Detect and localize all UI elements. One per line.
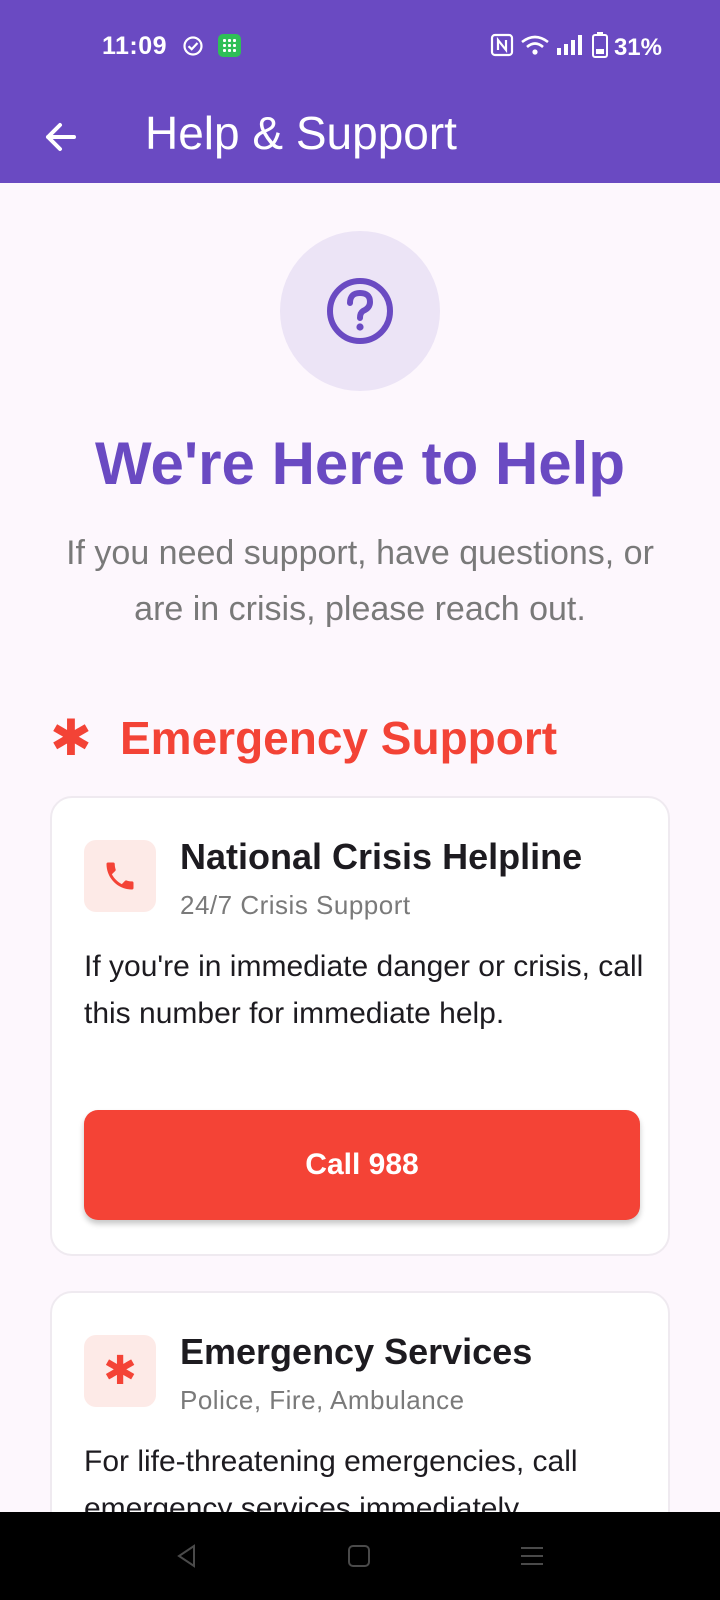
app-bar: Help & Support	[0, 90, 720, 183]
crisis-helpline-card: National Crisis Helpline 24/7 Crisis Sup…	[50, 796, 670, 1256]
card-description: If you're in immediate danger or crisis,…	[84, 950, 644, 1030]
status-time: 11:09	[102, 32, 168, 60]
card-subtitle: 24/7 Crisis Support	[180, 890, 411, 920]
nav-back-icon[interactable]	[163, 1532, 211, 1580]
call-988-button[interactable]: Call 988	[84, 1110, 640, 1220]
asterisk-icon: ✱	[84, 1335, 156, 1407]
emergency-section-header: ✱ Emergency Support	[50, 703, 557, 773]
hero-subtitle: If you need support, have questions, or …	[66, 534, 654, 628]
battery-percentage: 31%	[613, 33, 662, 61]
card-title: Emergency Services	[180, 1331, 533, 1372]
nav-menu-icon[interactable]	[508, 1532, 556, 1580]
section-title: Emergency Support	[120, 712, 558, 764]
help-circle-avatar	[280, 231, 440, 391]
nfc-icon	[490, 33, 514, 62]
nav-home-icon[interactable]	[335, 1532, 383, 1580]
arrow-back-icon[interactable]	[36, 112, 86, 162]
asterisk-icon: ✱	[50, 710, 92, 766]
emergency-services-card: ✱ Emergency Services Police, Fire, Ambul…	[50, 1291, 670, 1512]
phone-icon	[84, 840, 156, 912]
help-circle-icon	[327, 278, 393, 344]
main-content[interactable]: We're Here to Help If you need support, …	[0, 183, 720, 1512]
hero-title: We're Here to Help	[95, 430, 625, 497]
wifi-icon	[520, 33, 550, 62]
status-bar: 11:09 31%	[0, 0, 720, 90]
card-subtitle: Police, Fire, Ambulance	[180, 1385, 465, 1415]
app-notification-icon	[218, 34, 241, 57]
system-nav-bar	[0, 1512, 720, 1600]
battery-icon	[591, 32, 608, 63]
check-circle-icon	[182, 35, 204, 62]
card-title: National Crisis Helpline	[180, 836, 583, 877]
page-title: Help & Support	[145, 107, 457, 159]
signal-icon	[556, 34, 586, 61]
card-description: For life-threatening emergencies, call e…	[84, 1445, 578, 1512]
